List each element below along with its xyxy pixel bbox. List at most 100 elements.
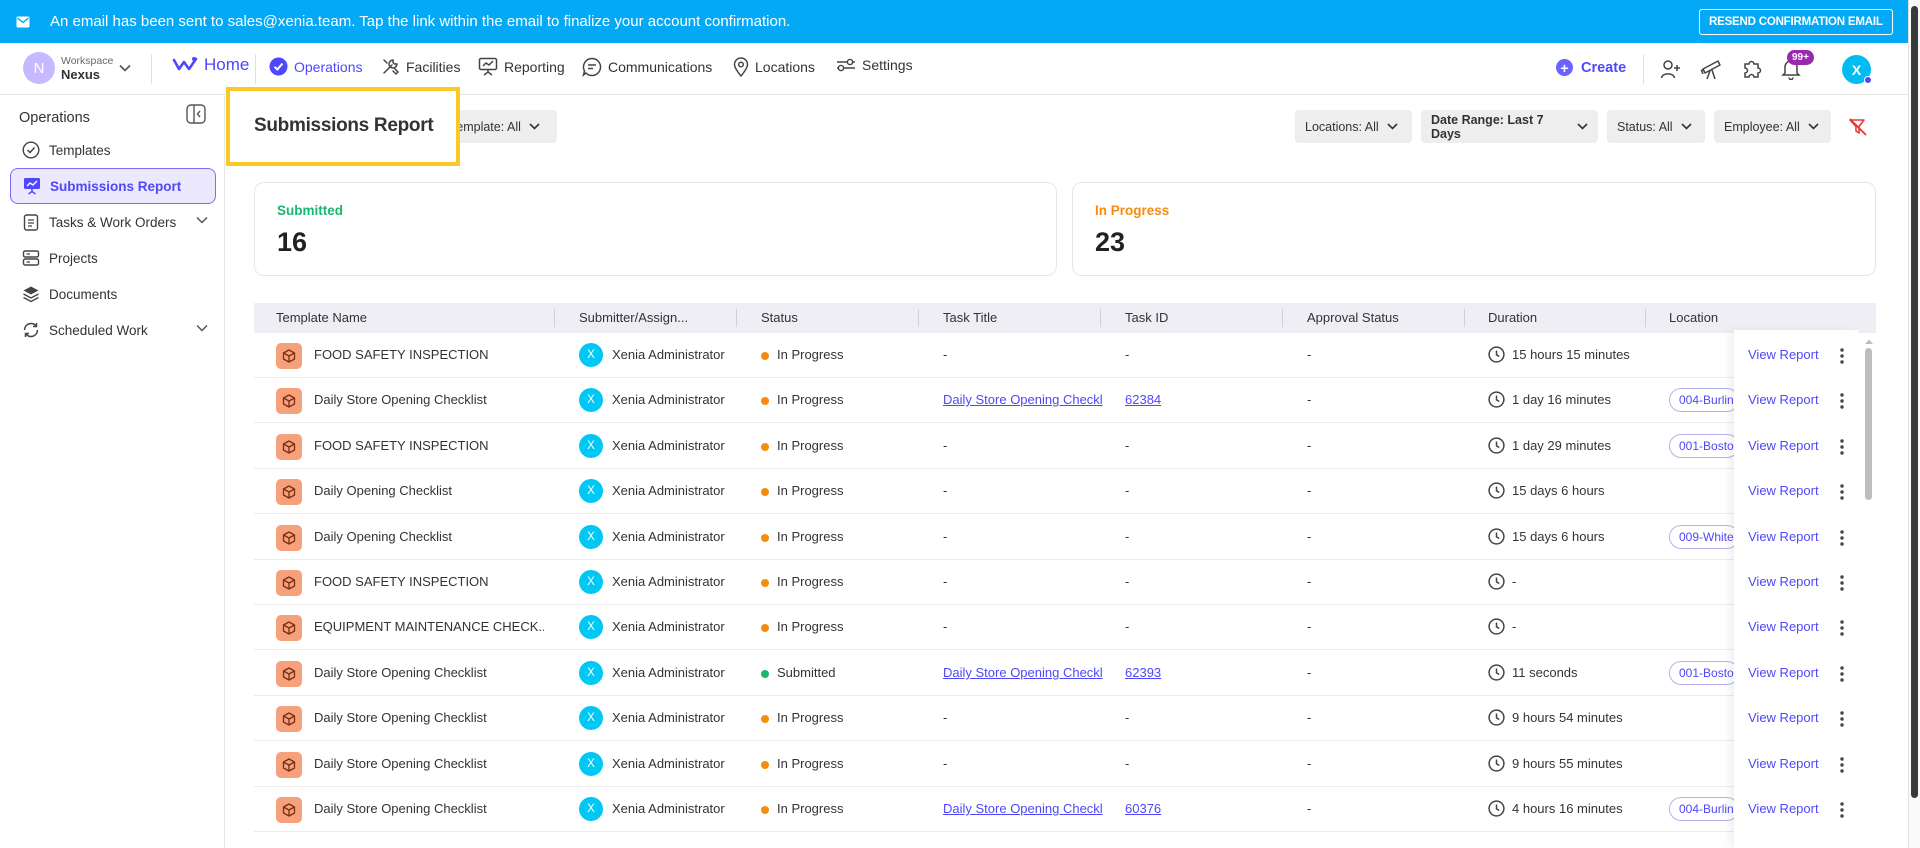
sidebar-item-templates[interactable]: Templates xyxy=(10,132,216,168)
locations-filter[interactable]: Locations: All xyxy=(1295,110,1412,143)
sidebar-item-tasks-work-orders[interactable]: Tasks & Work Orders xyxy=(10,204,216,240)
task-title[interactable]: Daily Store Opening Checkl xyxy=(943,392,1103,407)
duration: 15 days 6 hours xyxy=(1512,529,1605,544)
status-dot xyxy=(761,806,769,814)
date-range-filter[interactable]: Date Range: Last 7 Days xyxy=(1421,110,1598,143)
table-row[interactable]: Daily Opening Checklist X Xenia Administra… xyxy=(254,469,1858,514)
sidebar-item-submissions-report[interactable]: Submissions Report xyxy=(10,168,216,204)
more-options-icon[interactable] xyxy=(1840,711,1844,727)
table-row[interactable]: FOOD SAFETY INSPECTION X Xenia Administrat… xyxy=(254,560,1858,605)
nav-home[interactable]: Home xyxy=(172,55,249,75)
sidebar-item-documents[interactable]: Documents xyxy=(10,276,216,312)
more-options-icon[interactable] xyxy=(1840,484,1844,500)
view-report-link[interactable]: View Report xyxy=(1748,438,1819,453)
table-row[interactable]: Daily Store Opening Checklist X Xenia Admi… xyxy=(254,787,1858,832)
nav-communications[interactable]: Communications xyxy=(582,57,712,77)
map-pin-icon xyxy=(733,57,749,77)
view-report-link[interactable]: View Report xyxy=(1748,619,1819,634)
task-title[interactable]: Daily Store Opening Checkl xyxy=(943,665,1103,680)
table-row[interactable]: FOOD SAFETY INSPECTION X Xenia Administrat… xyxy=(254,333,1858,378)
location-chip[interactable]: 009-White xyxy=(1669,525,1739,549)
collapse-sidebar-icon[interactable] xyxy=(186,104,206,124)
nav-reporting[interactable]: Reporting xyxy=(478,57,565,76)
puzzle-icon[interactable] xyxy=(1741,58,1763,80)
column-header[interactable]: Task ID xyxy=(1125,310,1168,325)
sidebar-item-label: Scheduled Work xyxy=(49,322,148,338)
workspace-switcher[interactable]: N Workspace Nexus xyxy=(23,52,131,84)
page-scrollbar[interactable] xyxy=(1908,0,1920,848)
table-row[interactable]: Daily Store Opening Checklist X Xenia Admi… xyxy=(254,696,1858,741)
column-header[interactable]: Template Name xyxy=(276,310,367,325)
mail-icon xyxy=(16,16,30,28)
nav-locations-label: Locations xyxy=(755,59,815,75)
table-row[interactable]: FOOD SAFETY INSPECTION X Xenia Administrat… xyxy=(254,424,1858,469)
presentation-chart-icon xyxy=(478,57,498,76)
location-chip[interactable]: 001-Bosto xyxy=(1669,434,1739,458)
more-options-icon[interactable] xyxy=(1840,575,1844,591)
table-row[interactable]: Daily Store Opening Checklist X Xenia Admi… xyxy=(254,651,1858,696)
workspace-avatar: N xyxy=(23,52,55,84)
template-name: Daily Store Opening Checklist xyxy=(314,801,487,816)
column-header[interactable]: Approval Status xyxy=(1307,310,1399,325)
table-row[interactable]: Daily Store Opening Checklist X Xenia Admi… xyxy=(254,378,1858,423)
view-report-link[interactable]: View Report xyxy=(1748,347,1819,362)
more-options-icon[interactable] xyxy=(1840,802,1844,818)
template-box-icon xyxy=(276,752,302,778)
template-box-icon xyxy=(276,661,302,687)
user-avatar[interactable]: X xyxy=(1842,55,1872,84)
task-id[interactable]: 60376 xyxy=(1125,801,1245,816)
chevron-down-icon xyxy=(1577,123,1588,130)
task-id: - xyxy=(1125,529,1130,544)
table-row[interactable]: EQUIPMENT MAINTENANCE CHECK... X Xenia Adm… xyxy=(254,605,1858,650)
sidebar-item-scheduled-work[interactable]: Scheduled Work xyxy=(10,312,216,348)
table-row[interactable]: Daily Opening Checklist X Xenia Administra… xyxy=(254,515,1858,560)
view-report-link[interactable]: View Report xyxy=(1748,801,1819,816)
location-chip[interactable]: 004-Burlin xyxy=(1669,797,1739,821)
location-chip[interactable]: 001-Bosto xyxy=(1669,661,1739,685)
nav-settings[interactable]: Settings xyxy=(836,57,913,73)
column-header[interactable]: Task Title xyxy=(943,310,997,325)
more-options-icon[interactable] xyxy=(1840,620,1844,636)
task-id[interactable]: 62384 xyxy=(1125,392,1245,407)
telescope-icon[interactable] xyxy=(1700,58,1722,80)
nav-facilities[interactable]: Facilities xyxy=(381,57,460,76)
template-name: FOOD SAFETY INSPECTION xyxy=(314,574,489,589)
column-header[interactable]: Duration xyxy=(1488,310,1537,325)
sidebar-item-projects[interactable]: Projects xyxy=(10,240,216,276)
status-dot xyxy=(761,443,769,451)
column-header[interactable]: Status xyxy=(761,310,798,325)
location-chip[interactable]: 004-Burlin xyxy=(1669,388,1739,412)
approval-status: - xyxy=(1307,756,1312,771)
create-button[interactable]: + Create xyxy=(1556,59,1626,76)
view-report-link[interactable]: View Report xyxy=(1748,392,1819,407)
nav-operations[interactable]: Operations xyxy=(269,57,362,76)
column-header[interactable]: Location xyxy=(1669,310,1718,325)
task-id[interactable]: 62393 xyxy=(1125,665,1245,680)
employee-filter[interactable]: Employee: All xyxy=(1714,110,1831,143)
more-options-icon[interactable] xyxy=(1840,348,1844,364)
view-report-link[interactable]: View Report xyxy=(1748,529,1819,544)
table-row[interactable]: Daily Store Opening Checklist X Xenia Admi… xyxy=(254,742,1858,787)
duration: 9 hours 55 minutes xyxy=(1512,756,1623,771)
more-options-icon[interactable] xyxy=(1840,439,1844,455)
table-scrollbar[interactable] xyxy=(1864,338,1874,848)
task-title[interactable]: Daily Store Opening Checkl xyxy=(943,801,1103,816)
view-report-link[interactable]: View Report xyxy=(1748,756,1819,771)
more-options-icon[interactable] xyxy=(1840,666,1844,682)
status-filter[interactable]: Status: All xyxy=(1607,110,1705,143)
view-report-link[interactable]: View Report xyxy=(1748,574,1819,589)
clear-filter-icon[interactable] xyxy=(1848,117,1868,137)
more-options-icon[interactable] xyxy=(1840,757,1844,773)
approval-status: - xyxy=(1307,801,1312,816)
column-header[interactable]: Submitter/Assign... xyxy=(579,310,688,325)
duration: 9 hours 54 minutes xyxy=(1512,710,1623,725)
more-options-icon[interactable] xyxy=(1840,393,1844,409)
resend-confirmation-button[interactable]: RESEND CONFIRMATION EMAIL xyxy=(1699,9,1893,35)
view-report-link[interactable]: View Report xyxy=(1748,710,1819,725)
view-report-link[interactable]: View Report xyxy=(1748,665,1819,680)
more-options-icon[interactable] xyxy=(1840,530,1844,546)
view-report-link[interactable]: View Report xyxy=(1748,483,1819,498)
add-user-icon[interactable] xyxy=(1660,58,1682,80)
nav-locations[interactable]: Locations xyxy=(733,57,815,77)
submitter-name: Xenia Administrator xyxy=(612,483,725,498)
